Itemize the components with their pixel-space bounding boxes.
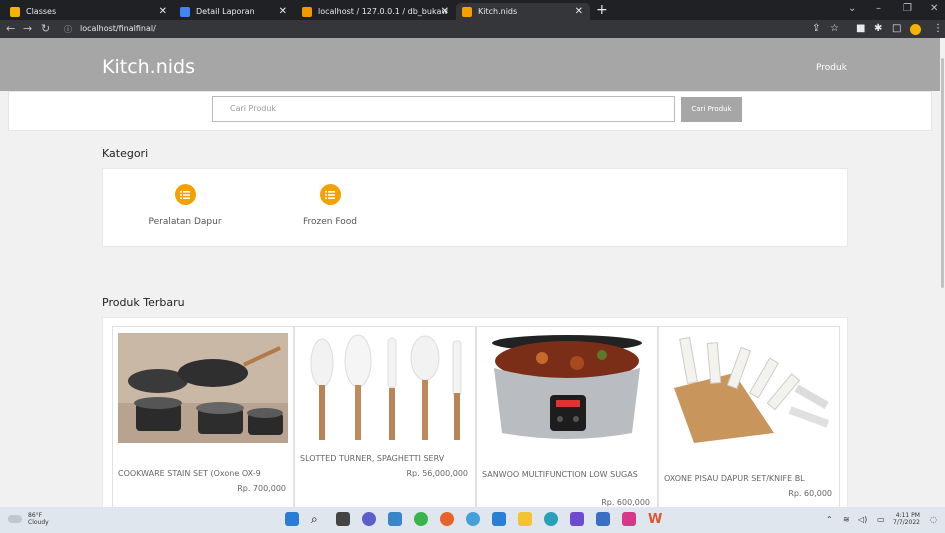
- page-content: Kitch.nids Produk Cari Produk Cari Produ…: [0, 38, 940, 507]
- tab-phpmyadmin[interactable]: localhost / 127.0.0.1 / db_bukaw ✕: [296, 3, 456, 20]
- back-icon[interactable]: ←: [6, 22, 15, 35]
- search-icon[interactable]: ⌕: [311, 512, 325, 526]
- chat-icon[interactable]: [362, 512, 376, 526]
- search-section: Cari Produk Cari Produk: [8, 91, 932, 131]
- app-pink-icon[interactable]: [622, 512, 636, 526]
- browser-tab-strip: Classes ✕ Detail Laporan ✕ localhost / 1…: [0, 0, 945, 20]
- product-name: SANWOO MULTIFUNCTION LOW SUGAS: [482, 470, 638, 479]
- tab-detail-laporan[interactable]: Detail Laporan ✕: [174, 3, 294, 20]
- cloud-icon: [8, 515, 22, 523]
- product-name: OXONE PISAU DAPUR SET/KNIFE BL: [664, 474, 805, 483]
- vscode-icon[interactable]: [492, 512, 506, 526]
- maximize-icon[interactable]: ❐: [903, 3, 912, 14]
- nav-link-produk[interactable]: Produk: [816, 63, 847, 73]
- product-card[interactable]: COOKWARE STAIN SET (Oxone OX-9 Rp. 700,0…: [112, 326, 294, 507]
- tab-title: localhost / 127.0.0.1 / db_bukaw: [318, 7, 448, 16]
- profile-avatar[interactable]: [910, 24, 921, 35]
- weather-widget[interactable]: 86°F Cloudy: [28, 512, 49, 526]
- classes-tab-icon: [10, 6, 20, 17]
- document-tab-icon: [180, 6, 190, 17]
- share-icon[interactable]: ⇪: [812, 23, 820, 34]
- chevron-down-icon[interactable]: ⌄: [848, 3, 856, 14]
- url-text: localhost/finalfinal/: [80, 24, 156, 33]
- app-purple-icon[interactable]: [570, 512, 584, 526]
- folder-icon[interactable]: [518, 512, 532, 526]
- scrollbar-thumb[interactable]: [941, 58, 944, 288]
- site-header: Kitch.nids Produk: [0, 38, 940, 91]
- product-price: Rp. 60,000: [788, 489, 832, 498]
- product-card[interactable]: OXONE PISAU DAPUR SET/KNIFE BL Rp. 60,00…: [658, 326, 840, 507]
- search-button[interactable]: Cari Produk: [681, 97, 742, 122]
- list-icon: [319, 184, 341, 205]
- kategori-label: Peralatan Dapur: [148, 217, 222, 227]
- windows-taskbar: 86°F Cloudy ⌕ W ⌃ ≋ ◁) ▭ 4:11 PM 7/7/202…: [0, 507, 945, 533]
- product-price: Rp. 56,000,000: [406, 469, 468, 478]
- kategori-label: Frozen Food: [303, 217, 357, 227]
- windows-start-icon[interactable]: [285, 512, 299, 526]
- task-view-icon[interactable]: [336, 512, 350, 526]
- tab-kitchnids[interactable]: Kitch.nids ✕: [456, 3, 590, 20]
- firefox-icon[interactable]: [440, 512, 454, 526]
- product-image-slow-cooker: [482, 333, 652, 443]
- battery-icon[interactable]: ▭: [877, 515, 885, 524]
- system-clock[interactable]: 4:11 PM 7/7/2022: [893, 512, 920, 526]
- tab-classes[interactable]: Classes ✕: [4, 3, 174, 20]
- close-icon[interactable]: ✕: [159, 6, 167, 17]
- address-bar[interactable]: localhost/finalfinal/: [80, 22, 940, 36]
- reload-icon[interactable]: ↻: [41, 22, 50, 35]
- product-image-cookware: [118, 333, 288, 443]
- extension-icon[interactable]: ■: [856, 23, 865, 34]
- notification-icon[interactable]: ◌: [930, 515, 937, 524]
- produk-panel: COOKWARE STAIN SET (Oxone OX-9 Rp. 700,0…: [102, 317, 848, 507]
- close-icon[interactable]: ✕: [279, 6, 287, 17]
- kategori-item-peralatan-dapur[interactable]: Peralatan Dapur: [130, 184, 240, 227]
- product-price: Rp. 700,000: [237, 484, 286, 493]
- clock-date: 7/7/2022: [893, 519, 920, 526]
- product-image-knife-set: [664, 333, 834, 443]
- volume-icon[interactable]: ◁): [858, 515, 867, 524]
- search-input[interactable]: Cari Produk: [212, 96, 675, 122]
- sidepanel-icon[interactable]: □: [892, 23, 901, 34]
- phpmyadmin-tab-icon: [302, 6, 312, 17]
- new-tab-icon[interactable]: +: [596, 2, 608, 18]
- tab-title: Detail Laporan: [196, 7, 255, 16]
- kategori-panel: Peralatan Dapur Frozen Food: [102, 168, 848, 247]
- weather-condition: Cloudy: [28, 519, 49, 526]
- chevron-up-icon[interactable]: ⌃: [826, 515, 833, 524]
- info-icon: ⓘ: [64, 25, 72, 34]
- close-icon[interactable]: ✕: [441, 6, 449, 17]
- forward-icon[interactable]: →: [23, 22, 32, 35]
- word-icon[interactable]: [596, 512, 610, 526]
- puzzle-icon[interactable]: ✱: [874, 23, 882, 34]
- kategori-item-frozen-food[interactable]: Frozen Food: [275, 184, 385, 227]
- clock-time: 4:11 PM: [895, 512, 920, 519]
- tab-title: Kitch.nids: [478, 7, 518, 16]
- window-close-icon[interactable]: ✕: [930, 3, 938, 14]
- wps-icon[interactable]: W: [648, 512, 662, 527]
- chrome-icon[interactable]: [544, 512, 558, 526]
- file-explorer-icon[interactable]: [388, 512, 402, 526]
- edge-icon[interactable]: [466, 512, 480, 526]
- kitchnids-tab-icon: [462, 6, 472, 17]
- product-card[interactable]: SLOTTED TURNER, SPAGHETTI SERV Rp. 56,00…: [294, 326, 476, 507]
- star-icon[interactable]: ☆: [830, 23, 839, 34]
- app-icon[interactable]: [414, 512, 428, 526]
- product-price: Rp. 600,000: [601, 498, 650, 507]
- temperature: 86°F: [28, 512, 43, 519]
- product-name: SLOTTED TURNER, SPAGHETTI SERV: [300, 454, 445, 463]
- brand-logo[interactable]: Kitch.nids: [102, 56, 195, 78]
- tab-title: Classes: [26, 7, 57, 16]
- product-card[interactable]: SANWOO MULTIFUNCTION LOW SUGAS Rp. 600,0…: [476, 326, 658, 507]
- browser-toolbar: ← → ↻ ⓘ localhost/finalfinal/ ⇪ ☆ ■ ✱ □ …: [0, 20, 945, 38]
- wifi-icon[interactable]: ≋: [843, 515, 850, 524]
- product-name: COOKWARE STAIN SET (Oxone OX-9: [118, 469, 261, 478]
- product-image-utensils: [300, 333, 470, 443]
- menu-icon[interactable]: ⋮: [933, 23, 943, 34]
- minimize-icon[interactable]: –: [876, 3, 881, 14]
- list-icon: [174, 184, 196, 205]
- close-icon[interactable]: ✕: [575, 6, 583, 17]
- produk-terbaru-heading: Produk Terbaru: [102, 296, 185, 309]
- kategori-heading: Kategori: [102, 147, 149, 160]
